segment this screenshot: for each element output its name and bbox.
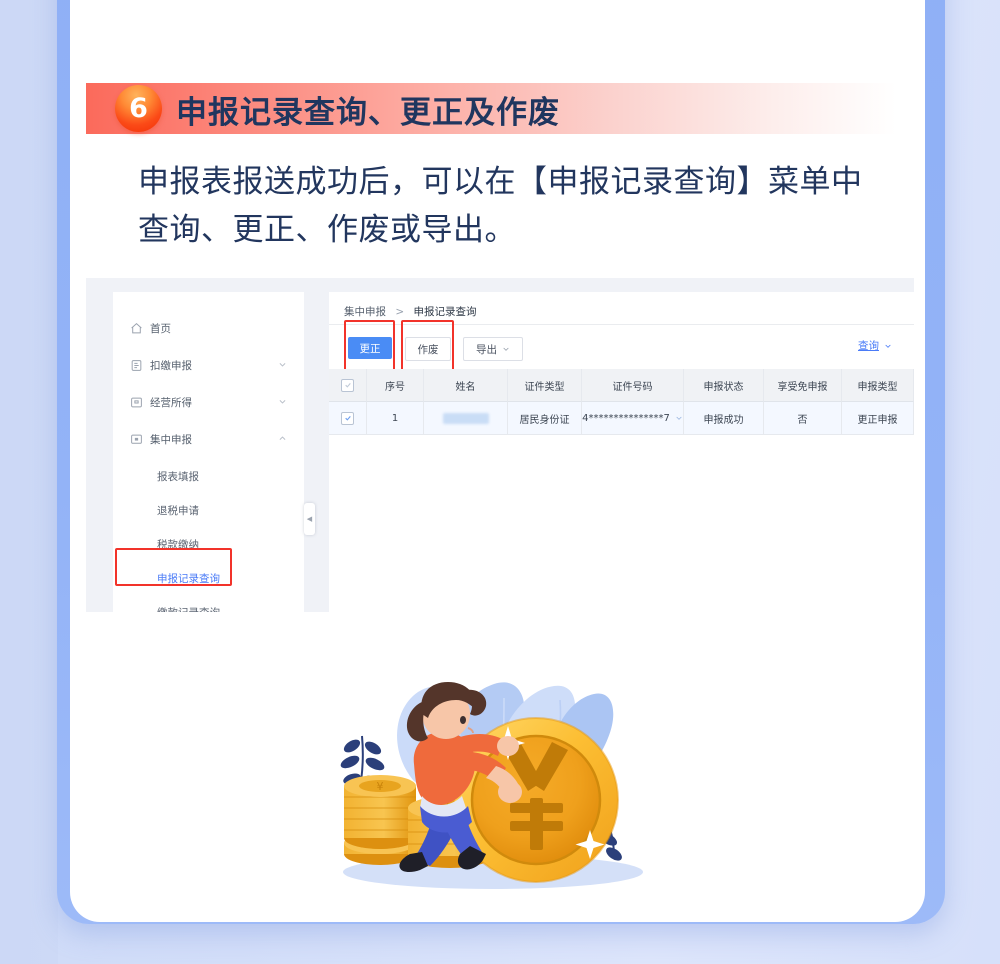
void-button[interactable]: 作废	[405, 337, 451, 361]
records-table: 序号 姓名 证件类型 证件号码 申报状态 享受免申报 申报类型 1 居民身份证	[329, 369, 914, 435]
select-all-checkbox[interactable]	[341, 378, 354, 392]
breadcrumb: 集中申报 > 申报记录查询	[344, 304, 477, 319]
header-cell-name: 姓名	[424, 369, 508, 402]
sidebar-subitem-tax-payment[interactable]: 税款缴纳	[113, 533, 304, 557]
svg-text:¥: ¥	[377, 780, 384, 793]
table-header-row: 序号 姓名 证件类型 证件号码 申报状态 享受免申报 申报类型	[329, 369, 914, 402]
collapse-left-icon: ◀	[306, 516, 313, 523]
sidebar-subitem-label: 退税申请	[157, 505, 199, 517]
redacted-name	[442, 412, 489, 424]
woman-pushing-yen-coin-illustration: ¥ ¥	[318, 640, 648, 910]
app-screenshot: 首页 扣缴申报 经营所得 集中申报 报表填报 退税申请 税款缴纳 申报记录查询 …	[86, 278, 914, 612]
cell-name	[424, 402, 508, 435]
document-icon	[130, 359, 143, 372]
table-row[interactable]: 1 居民身份证 4***************7 申报成功 否 更正申报	[329, 402, 914, 435]
body-paragraph: 申报表报送成功后，可以在【申报记录查询】菜单中查询、更正、作废或导出。	[138, 164, 863, 249]
breadcrumb-separator: >	[395, 306, 405, 318]
query-toggle-label: 查询	[858, 340, 879, 352]
header-select-all-cell[interactable]	[329, 369, 367, 402]
header-cell-id-number: 证件号码	[582, 369, 684, 402]
export-button-label: 导出	[476, 343, 497, 356]
page-root: 6 申报记录查询、更正及作废 申报表报送成功后，可以在【申报记录查询】菜单中查询…	[0, 0, 1000, 964]
chevron-down-icon[interactable]	[278, 360, 287, 369]
breadcrumb-current: 申报记录查询	[413, 306, 477, 318]
sidebar-subitem-payment-record-query[interactable]: 缴款记录查询	[113, 601, 304, 612]
sidebar-item-label: 集中申报	[150, 434, 192, 446]
sidebar-subitem-label: 缴款记录查询	[157, 605, 220, 612]
page-title: 申报记录查询、更正及作废	[176, 94, 560, 131]
sidebar-collapse-handle[interactable]: ◀	[304, 503, 315, 535]
cell-seq: 1	[367, 402, 424, 435]
sidebar-subitem-label: 申报记录查询	[157, 573, 220, 585]
woman-eye	[460, 716, 466, 724]
export-button[interactable]: 导出	[463, 337, 523, 361]
monitor-icon	[130, 433, 143, 446]
sidebar-subitem-label: 税款缴纳	[157, 539, 199, 551]
row-checkbox[interactable]	[341, 411, 354, 425]
briefcase-icon	[130, 396, 143, 409]
cell-status: 申报成功	[684, 402, 764, 435]
header-cell-seq: 序号	[367, 369, 424, 402]
woman-hand-lower	[498, 781, 522, 803]
home-icon	[130, 322, 143, 335]
sidebar-item-withholding[interactable]: 扣缴申报	[113, 354, 304, 378]
sidebar-item-centralized-declaration[interactable]: 集中申报	[113, 428, 304, 452]
chevron-down-icon	[884, 342, 892, 350]
query-toggle-link[interactable]: 查询	[858, 338, 892, 353]
id-number-text: 4***************7	[582, 412, 670, 424]
chevron-down-icon	[502, 345, 510, 353]
section-number-badge: 6	[115, 85, 162, 132]
header-cell-status: 申报状态	[684, 369, 764, 402]
cell-id-type: 居民身份证	[508, 402, 582, 435]
cell-exempt: 否	[764, 402, 842, 435]
row-select-cell[interactable]	[329, 402, 367, 435]
chevron-down-icon[interactable]	[675, 414, 683, 422]
left-background-strip	[0, 0, 58, 964]
woman-hand-upper	[497, 736, 519, 756]
sidebar-item-label: 首页	[150, 323, 171, 335]
app-toolbar: 更正 作废 导出 查询	[329, 325, 914, 369]
correct-button[interactable]: 更正	[348, 337, 392, 359]
cell-declaration-type: 更正申报	[842, 402, 914, 435]
cell-id-number: 4***************7	[582, 402, 684, 435]
sidebar-item-label: 经营所得	[150, 397, 192, 409]
chevron-up-icon[interactable]	[278, 434, 287, 443]
sidebar-subitem-report-filling[interactable]: 报表填报	[113, 465, 304, 489]
app-sidebar: 首页 扣缴申报 经营所得 集中申报 报表填报 退税申请 税款缴纳 申报记录查询	[113, 292, 304, 612]
sidebar-subitem-label: 报表填报	[157, 471, 199, 483]
sidebar-item-business-income[interactable]: 经营所得	[113, 391, 304, 415]
header-cell-exempt: 享受免申报	[764, 369, 842, 402]
header-cell-id-type: 证件类型	[508, 369, 582, 402]
sidebar-item-home[interactable]: 首页	[113, 317, 304, 341]
breadcrumb-root[interactable]: 集中申报	[344, 306, 386, 318]
table-empty-area	[329, 435, 914, 612]
sidebar-item-label: 扣缴申报	[150, 360, 192, 372]
sidebar-subitem-tax-refund[interactable]: 退税申请	[113, 499, 304, 523]
header-cell-declaration-type: 申报类型	[842, 369, 914, 402]
sidebar-subitem-declaration-record-query[interactable]: 申报记录查询	[113, 567, 304, 591]
coin-stack-middle: ¥	[344, 775, 416, 849]
chevron-down-icon[interactable]	[278, 397, 287, 406]
